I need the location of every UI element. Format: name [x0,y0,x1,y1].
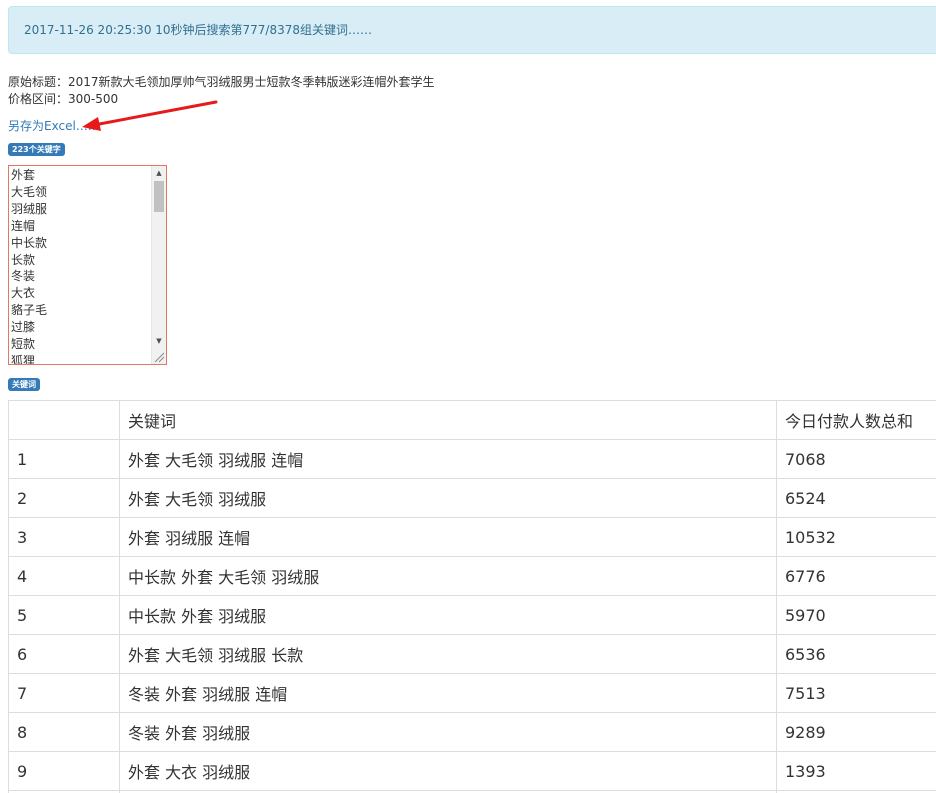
resize-grip-icon[interactable] [152,350,166,364]
scroll-up-arrow-icon[interactable]: ▲ [152,166,166,180]
row-index: 3 [8,517,120,557]
row-index: 6 [8,634,120,674]
keyword-list-item[interactable]: 中长款 [11,235,47,252]
row-total: 6524 [776,478,936,518]
keyword-listbox[interactable]: 外套 大毛领 羽绒服 连帽 中长款 长款 冬装 大衣 貉子毛 过膝 短款 狐狸 … [8,165,167,365]
row-keywords: 中长款 外套 羽绒服 [119,595,777,635]
keyword-list-item[interactable]: 短款 [11,336,47,353]
header-keywords: 关键词 [119,400,777,440]
row-index: 8 [8,712,120,752]
keyword-list-item[interactable]: 羽绒服 [11,201,47,218]
table-row: 5 中长款 外套 羽绒服 5970 [8,595,936,635]
header-index [8,400,120,440]
red-arrow-icon [82,100,218,131]
row-total: 7513 [776,673,936,713]
row-total: 5970 [776,595,936,635]
keywords-badge: 关键词 [8,378,40,391]
row-index: 5 [8,595,120,635]
original-title: 原始标题：2017新款大毛领加厚帅气羽绒服男士短款冬季韩版迷彩连帽外套学生 [8,75,435,89]
row-keywords: 冬装 外套 羽绒服 [119,712,777,752]
row-keywords: 外套 大衣 羽绒服 [119,751,777,791]
page: 2017-11-26 20:25:30 10秒钟后搜索第777/8378组关键词… [0,0,936,793]
row-total: 1393 [776,751,936,791]
keyword-list: 外套 大毛领 羽绒服 连帽 中长款 长款 冬装 大衣 貉子毛 过膝 短款 狐狸 [11,167,47,364]
keyword-list-item[interactable]: 连帽 [11,218,47,235]
keyword-list-item[interactable]: 外套 [11,167,47,184]
keyword-list-item[interactable]: 貉子毛 [11,302,47,319]
keyword-list-item[interactable]: 长款 [11,252,47,269]
row-index: 9 [8,751,120,791]
row-keywords: 冬装 外套 羽绒服 连帽 [119,673,777,713]
row-index: 1 [8,439,120,479]
keyword-list-item[interactable]: 狐狸 [11,353,47,364]
row-total: 7068 [776,439,936,479]
row-total: 6776 [776,556,936,596]
keyword-list-item[interactable]: 大毛领 [11,184,47,201]
row-total: 9289 [776,712,936,752]
table-row: 3 外套 羽绒服 连帽 10532 [8,517,936,557]
row-keywords: 外套 大毛领 羽绒服 [119,478,777,518]
table-row: 6 外套 大毛领 羽绒服 长款 6536 [8,634,936,674]
keyword-list-item[interactable]: 过膝 [11,319,47,336]
table-row: 2 外套 大毛领 羽绒服 6524 [8,478,936,518]
table-row: 8 冬装 外套 羽绒服 9289 [8,712,936,752]
table-row: 9 外套 大衣 羽绒服 1393 [8,751,936,791]
keyword-count-badge: 223个关键字 [8,143,65,156]
row-index: 2 [8,478,120,518]
keyword-list-item[interactable]: 冬装 [11,268,47,285]
row-keywords: 中长款 外套 大毛领 羽绒服 [119,556,777,596]
scroll-thumb[interactable] [154,181,164,212]
row-keywords: 外套 大毛领 羽绒服 长款 [119,634,777,674]
status-alert-text: 2017-11-26 20:25:30 10秒钟后搜索第777/8378组关键词… [24,23,373,37]
row-keywords: 外套 大毛领 羽绒服 连帽 [119,439,777,479]
row-keywords: 外套 羽绒服 连帽 [119,517,777,557]
status-alert: 2017-11-26 20:25:30 10秒钟后搜索第777/8378组关键词… [8,6,936,54]
header-total: 今日付款人数总和 [776,400,936,440]
table-row: 4 中长款 外套 大毛领 羽绒服 6776 [8,556,936,596]
keyword-results-table: 关键词 今日付款人数总和 1 外套 大毛领 羽绒服 连帽 7068 2 外套 大… [8,400,936,793]
scroll-down-arrow-icon[interactable]: ▼ [152,334,166,348]
table-header-row: 关键词 今日付款人数总和 [8,400,936,440]
row-index: 4 [8,556,120,596]
listbox-scrollbar[interactable]: ▲ ▼ [151,166,166,364]
row-total: 10532 [776,517,936,557]
row-total: 6536 [776,634,936,674]
keyword-list-item[interactable]: 大衣 [11,285,47,302]
row-index: 7 [8,673,120,713]
table-row: 7 冬装 外套 羽绒服 连帽 7513 [8,673,936,713]
table-row: 1 外套 大毛领 羽绒服 连帽 7068 [8,439,936,479]
